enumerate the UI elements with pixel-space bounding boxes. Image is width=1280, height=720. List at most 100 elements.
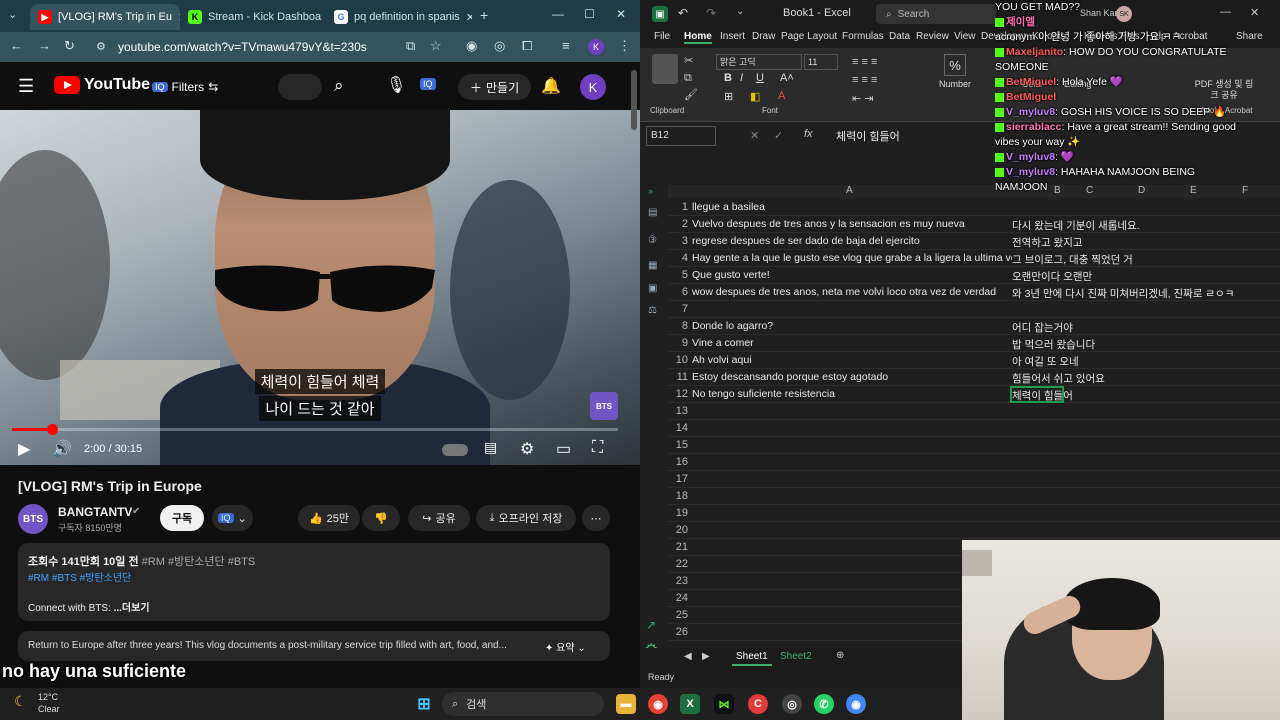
create-button[interactable]: ＋ 만들기 bbox=[458, 74, 532, 100]
menu-review[interactable]: Review bbox=[916, 31, 949, 42]
subtitles-cc-icon[interactable]: ▤ bbox=[484, 439, 497, 456]
tool-icon[interactable]: ③ bbox=[648, 235, 657, 246]
iq-icon[interactable]: IQ bbox=[420, 78, 436, 90]
excel-icon[interactable]: X bbox=[680, 694, 700, 714]
row-number[interactable]: 1 bbox=[668, 201, 688, 213]
bold-icon[interactable]: B bbox=[724, 72, 732, 84]
row-number[interactable]: 6 bbox=[668, 286, 688, 298]
menu-insert[interactable]: Insert bbox=[720, 31, 745, 42]
borders-icon[interactable]: ⊞ bbox=[724, 90, 733, 103]
cell-a[interactable]: Que gusto verte! bbox=[692, 269, 1012, 281]
subscribe-button[interactable]: 구독 bbox=[160, 505, 204, 531]
cell-b[interactable]: 밥 먹으러 왔습니다 bbox=[1012, 337, 1280, 352]
cell-a[interactable]: Estoy descansando porque estoy agotado bbox=[692, 371, 1012, 383]
row-number[interactable]: 5 bbox=[668, 269, 688, 281]
cell-a[interactable]: Vuelvo despues de tres anos y la sensaci… bbox=[692, 218, 1012, 230]
save-icon[interactable]: ▣ bbox=[652, 6, 668, 22]
extension-icon[interactable]: ◎ bbox=[494, 38, 505, 54]
chat-username[interactable]: BetMiguel bbox=[1006, 91, 1056, 103]
percent-icon[interactable]: % bbox=[944, 54, 966, 76]
capcut-icon[interactable]: ⋈ bbox=[714, 694, 734, 714]
enter-icon[interactable]: ✓ bbox=[774, 129, 783, 142]
new-tab-icon[interactable]: + bbox=[480, 7, 488, 23]
cast-icon[interactable]: ⧉ bbox=[406, 38, 415, 54]
site-info-icon[interactable]: ⚙ bbox=[96, 40, 106, 53]
tool-icon[interactable]: ▦ bbox=[648, 260, 657, 271]
tool-icon[interactable]: ▣ bbox=[648, 283, 657, 294]
forward-icon[interactable]: → bbox=[38, 38, 51, 53]
row-number[interactable]: 15 bbox=[668, 439, 688, 451]
autoplay-toggle[interactable] bbox=[442, 444, 468, 456]
iq-dropdown-button[interactable]: IQ ⌄ bbox=[212, 505, 253, 531]
playlist-icon[interactable]: ≡ bbox=[562, 38, 570, 53]
settings-gear-icon[interactable]: ⚙ bbox=[520, 439, 534, 459]
chat-username[interactable]: sierrablacc bbox=[1006, 121, 1061, 133]
next-sheet-icon[interactable]: ▶ bbox=[702, 651, 710, 662]
cell-a[interactable]: llegue a basilea bbox=[692, 201, 1012, 213]
cell-a[interactable]: Vine a comer bbox=[692, 337, 1012, 349]
chat-username[interactable]: BetMiguel bbox=[1006, 76, 1056, 88]
row-number[interactable]: 18 bbox=[668, 490, 688, 502]
row-number[interactable]: 8 bbox=[668, 320, 688, 332]
row-number[interactable]: 14 bbox=[668, 422, 688, 434]
selected-cell-b12[interactable] bbox=[1010, 386, 1064, 403]
chat-username[interactable]: Maxeljanito bbox=[1006, 46, 1063, 58]
cut-icon[interactable]: ✂ bbox=[684, 54, 693, 67]
channel-watermark[interactable]: BTS bbox=[590, 392, 618, 420]
row-number[interactable]: 25 bbox=[668, 609, 688, 621]
microphone-icon[interactable]: 🎙 bbox=[386, 75, 406, 95]
expand-icon[interactable]: » bbox=[648, 186, 653, 196]
close-icon[interactable]: ✕ bbox=[466, 11, 472, 24]
external-link-icon[interactable]: ↗ bbox=[646, 618, 656, 632]
fill-color-icon[interactable]: ◧ bbox=[750, 90, 760, 103]
copy-icon[interactable]: ⧉ bbox=[684, 72, 692, 85]
name-box[interactable]: B12 bbox=[646, 126, 716, 146]
tab-youtube[interactable]: ▶ [VLOG] RM's Trip in Eu ✕ bbox=[30, 4, 180, 30]
row-number[interactable]: 9 bbox=[668, 337, 688, 349]
indent-icon[interactable]: ⇤ ⇥ bbox=[852, 92, 874, 105]
filters-button[interactable]: IQ Filters ⇆ bbox=[140, 74, 230, 100]
paste-icon[interactable] bbox=[652, 54, 678, 84]
row-number[interactable]: 21 bbox=[668, 541, 688, 553]
redo-icon[interactable]: ↷ bbox=[706, 6, 716, 20]
cell-b[interactable]: 오랜만이다 오랜만 bbox=[1012, 269, 1280, 284]
tool-icon[interactable]: ⚖ bbox=[648, 305, 657, 316]
cell-b[interactable]: 다시 왔는데 기분이 새롭네요. bbox=[1012, 218, 1280, 233]
chrome-icon[interactable]: ◉ bbox=[648, 694, 668, 714]
chat-username[interactable]: V_myluv8 bbox=[1006, 166, 1055, 178]
undo-icon[interactable]: ↶ bbox=[678, 6, 688, 20]
back-icon[interactable]: ← bbox=[10, 38, 23, 53]
font-size-select[interactable]: 11 bbox=[804, 54, 838, 70]
dislike-button[interactable]: 👎 bbox=[362, 505, 400, 531]
start-windows-icon[interactable]: ⊞ bbox=[414, 694, 434, 714]
scrollbar[interactable] bbox=[631, 70, 637, 130]
format-painter-icon[interactable]: 🖌 bbox=[684, 88, 698, 101]
align-icon[interactable]: ≡ ≡ ≡ bbox=[852, 74, 877, 86]
row-number[interactable]: 4 bbox=[668, 252, 688, 264]
row-number[interactable]: 2 bbox=[668, 218, 688, 230]
row-number[interactable]: 7 bbox=[668, 303, 688, 315]
underline-icon[interactable]: U bbox=[756, 72, 764, 84]
font-grow-icon[interactable]: A˄ bbox=[780, 72, 794, 84]
row-number[interactable]: 3 bbox=[668, 235, 688, 247]
menu-data[interactable]: Data bbox=[889, 31, 910, 42]
maximize-icon[interactable]: ☐ bbox=[584, 7, 595, 21]
video-progress-bar[interactable] bbox=[12, 424, 618, 435]
fullscreen-icon[interactable]: ⛶ bbox=[592, 439, 603, 457]
row-number[interactable]: 26 bbox=[668, 626, 688, 638]
sheet-tab-sheet1[interactable]: Sheet1 bbox=[732, 648, 772, 666]
summary-button[interactable]: ✦ 요약 ⌄ bbox=[545, 639, 586, 654]
row-number[interactable]: 23 bbox=[668, 575, 688, 587]
progress-scrubber-handle[interactable] bbox=[46, 424, 58, 435]
cell-b[interactable]: 어디 잡는거야 bbox=[1012, 320, 1280, 335]
cell-a[interactable]: Hay gente a la que le gusto ese vlog que… bbox=[692, 252, 1012, 264]
channel-name[interactable]: BANGTANTV bbox=[58, 505, 132, 519]
add-sheet-icon[interactable]: ⊕ bbox=[836, 650, 844, 661]
menu-page-layout[interactable]: Page Layout bbox=[781, 31, 837, 42]
hashtags[interactable]: #RM #BTS #방탄소년단 bbox=[28, 569, 131, 584]
row-number[interactable]: 20 bbox=[668, 524, 688, 536]
chat-username[interactable]: V_myluv8 bbox=[1006, 151, 1055, 163]
like-button[interactable]: 👍 25만 bbox=[298, 505, 360, 531]
row-number[interactable]: 11 bbox=[668, 371, 688, 383]
theater-mode-icon[interactable]: ▭ bbox=[556, 439, 571, 459]
